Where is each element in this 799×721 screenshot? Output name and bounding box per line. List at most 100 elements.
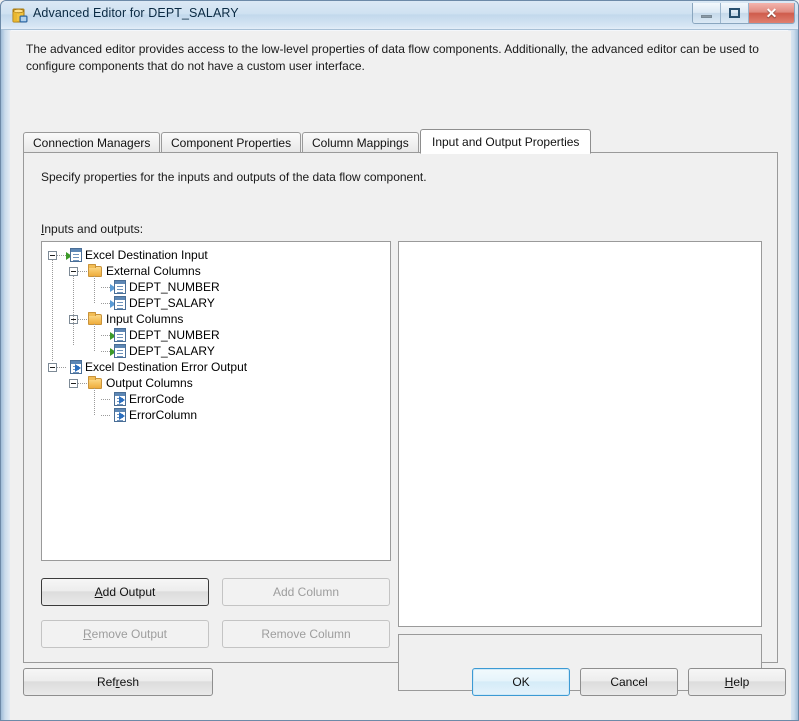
add-output-mnemonic: A (94, 585, 103, 599)
tree-spine-external (94, 276, 95, 303)
external-column-doc-icon (114, 296, 126, 310)
blue-arrow-icon (119, 412, 125, 420)
node-icon-wrap (110, 407, 126, 423)
node-icon-wrap (110, 391, 126, 407)
tree-node[interactable]: Input Columns (42, 311, 183, 327)
folder-icon (88, 376, 102, 389)
add-column-rest: olumn (306, 585, 340, 599)
close-button[interactable]: ✕ (749, 3, 794, 23)
inputs-and-outputs-tree[interactable]: Excel Destination Input External Columns D… (41, 241, 391, 561)
minimize-button[interactable] (693, 3, 721, 23)
external-column-doc-icon (114, 280, 126, 294)
tree-connector (101, 350, 110, 352)
ok-label: OK (512, 675, 530, 689)
help-button[interactable]: Help (688, 668, 786, 696)
tree-connector (78, 270, 87, 272)
ssis-component-icon (11, 7, 29, 25)
tree-node-label: External Columns (106, 264, 201, 278)
tree-node[interactable]: Excel Destination Input (42, 247, 208, 263)
tree-node-label: Excel Destination Input (85, 248, 208, 262)
window-title: Advanced Editor for DEPT_SALARY (33, 6, 239, 20)
add-column-button[interactable]: Add Column (222, 578, 390, 606)
collapse-toggle-icon[interactable] (48, 250, 57, 260)
panel-description: Specify properties for the inputs and ou… (41, 170, 427, 184)
input-column-doc-icon (114, 328, 126, 342)
remove-output-button[interactable]: Remove Output (41, 620, 209, 648)
remove-column-rest: umn (327, 627, 351, 641)
dialog-body: The advanced editor provides access to t… (10, 31, 791, 720)
tree-spine-root (52, 260, 53, 362)
tab-component-properties[interactable]: Component Properties (161, 132, 302, 153)
collapse-toggle-icon[interactable] (69, 378, 78, 388)
tree-connector (101, 302, 110, 304)
refresh-button[interactable]: Ref r esh (23, 668, 213, 696)
close-icon: ✕ (765, 5, 778, 21)
tree-node-label: ErrorColumn (129, 408, 198, 422)
tree-spine-outputcols (94, 388, 95, 415)
cancel-label: Cancel (610, 675, 648, 689)
node-icon-wrap (110, 279, 126, 295)
node-icon-wrap (87, 311, 103, 327)
tree-connector (78, 318, 87, 320)
tree-node[interactable]: External Columns (42, 263, 201, 279)
tree-node-label: Output Columns (106, 376, 193, 390)
tree-node-label: DEPT_NUMBER (129, 280, 220, 294)
restore-button[interactable] (721, 3, 749, 23)
input-column-doc-icon (114, 344, 126, 358)
remove-output-mnemonic: R (82, 627, 92, 641)
tree-node[interactable]: Output Columns (42, 375, 193, 391)
add-output-button[interactable]: Add Output (41, 578, 209, 606)
tree-node[interactable]: ErrorColumn (42, 407, 197, 423)
help-post: elp (733, 675, 750, 689)
minimize-icon (701, 15, 712, 18)
tree-node[interactable]: ErrorCode (42, 391, 184, 407)
tree-node[interactable]: DEPT_NUMBER (42, 279, 220, 295)
add-output-label: dd Output (102, 585, 156, 599)
tree-node-label: ErrorCode (129, 392, 185, 406)
tab-label: Column Mappings (312, 136, 409, 150)
cancel-button[interactable]: Cancel (580, 668, 678, 696)
title-bar[interactable]: Advanced Editor for DEPT_SALARY ✕ (1, 1, 798, 30)
tree-node[interactable]: DEPT_NUMBER (42, 327, 220, 343)
tab-connection-managers[interactable]: Connection Managers (23, 132, 161, 153)
ok-button[interactable]: OK (472, 668, 570, 696)
tree-node-label: DEPT_SALARY (129, 344, 215, 358)
tree-node-label: DEPT_NUMBER (129, 328, 220, 342)
add-column-label: Add C (272, 585, 307, 599)
tree-connector (101, 398, 110, 400)
tree-connector (78, 382, 87, 384)
tree-node-label: Input Columns (106, 312, 184, 326)
tree-connector (101, 334, 110, 336)
node-icon-wrap (110, 295, 126, 311)
folder-icon (88, 264, 102, 277)
tab-label: Connection Managers (33, 136, 151, 150)
property-grid[interactable] (398, 241, 762, 627)
collapse-toggle-icon[interactable] (69, 266, 78, 276)
input-doc-icon (70, 248, 82, 262)
tab-column-mappings[interactable]: Column Mappings (302, 132, 419, 153)
tree-node-label: DEPT_SALARY (129, 296, 215, 310)
tree-connector (101, 414, 110, 416)
blue-arrow-icon (75, 364, 81, 372)
tree-node[interactable]: DEPT_SALARY (42, 343, 215, 359)
tree-connector (57, 254, 66, 256)
node-icon-wrap (66, 247, 82, 263)
tab-input-and-output-properties[interactable]: Input and Output Properties (420, 129, 592, 154)
refresh-pre: Ref (96, 675, 116, 689)
tree-node-label: Excel Destination Error Output (85, 360, 248, 374)
remove-column-button[interactable]: Remove Col umn (222, 620, 390, 648)
tab-strip: Connection Managers Component Properties C… (23, 129, 778, 154)
window-controls: ✕ (692, 3, 795, 24)
tree-node[interactable]: Excel Destination Error Output (42, 359, 247, 375)
blue-arrow-icon (119, 396, 125, 404)
label-rest: nputs and outputs: (44, 222, 144, 236)
tree-node[interactable]: DEPT_SALARY (42, 295, 215, 311)
inputs-and-outputs-label: Inputs and outputs: (41, 222, 143, 236)
help-mnemonic: H (724, 675, 734, 689)
tab-label: Input and Output Properties (432, 134, 580, 149)
node-icon-wrap (110, 343, 126, 359)
content-area: The advanced editor provides access to t… (10, 31, 791, 720)
node-icon-wrap (87, 263, 103, 279)
collapse-toggle-icon[interactable] (48, 362, 57, 372)
tree-spine-inputcols (94, 324, 95, 351)
